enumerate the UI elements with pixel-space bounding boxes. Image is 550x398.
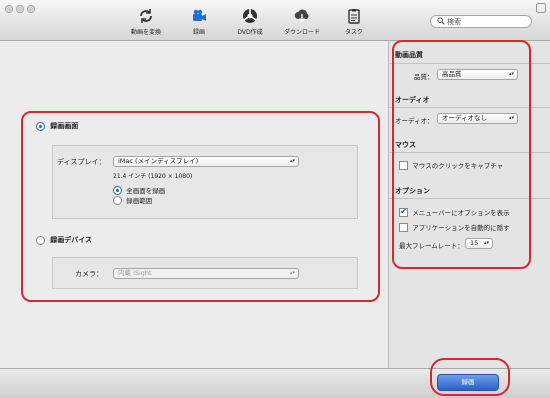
toolbar-convert-label: 動画を変換 (130, 29, 161, 36)
search-input[interactable]: 検索 (430, 15, 532, 28)
toolbar-record-button[interactable]: 録画 (171, 8, 227, 36)
dvd-icon (243, 9, 257, 23)
toolbar: 動画を変換 録画 DVD作成 ダウンロード タスク 検索 (0, 0, 550, 41)
highlight-frame (430, 358, 510, 396)
task-icon (348, 9, 360, 24)
minimize-window-icon[interactable] (16, 5, 24, 13)
toolbar-convert-button[interactable]: 動画を変換 (118, 8, 174, 36)
zoom-window-icon[interactable] (27, 5, 35, 13)
toolbar-dvd-label: DVD作成 (237, 29, 263, 36)
search-icon (437, 17, 445, 25)
search-placeholder: 検索 (447, 18, 461, 26)
close-window-icon[interactable] (5, 5, 13, 13)
highlight-frame (21, 111, 380, 302)
download-icon (294, 9, 309, 22)
toolbar-task-label: タスク (344, 29, 363, 36)
toolbar-task-button[interactable]: タスク (326, 8, 382, 36)
highlight-frame (392, 40, 531, 269)
record-icon (193, 9, 206, 21)
convert-icon (140, 9, 152, 23)
toolbar-record-label: 録画 (192, 29, 205, 36)
toolbar-download-label: ダウンロード (283, 29, 320, 36)
toolbar-toggle-button[interactable] (536, 3, 546, 13)
toolbar-download-button[interactable]: ダウンロード (274, 8, 330, 36)
toolbar-dvd-button[interactable]: DVD作成 (222, 8, 278, 36)
